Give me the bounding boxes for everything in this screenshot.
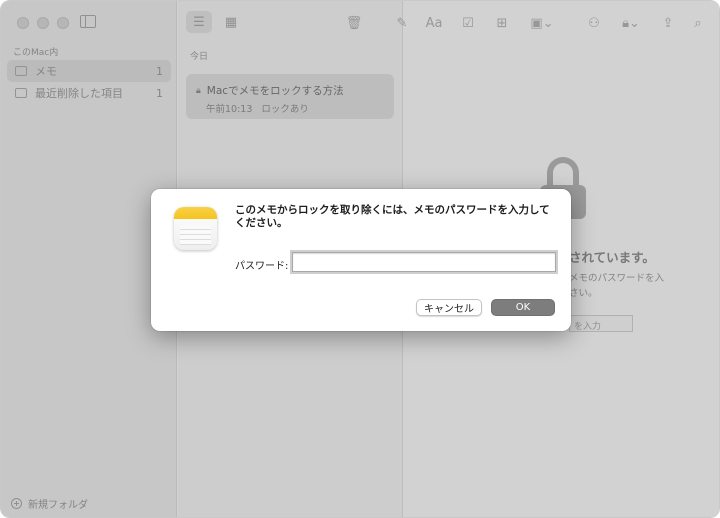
notes-app-icon bbox=[174, 207, 217, 250]
password-input[interactable] bbox=[292, 252, 556, 272]
unlock-dialog: このメモからロックを取り除くには、メモのパスワードを入力してください。 パスワー… bbox=[151, 189, 571, 331]
dialog-message: このメモからロックを取り除くには、メモのパスワードを入力してください。 bbox=[235, 204, 550, 229]
cancel-button[interactable]: キャンセル bbox=[416, 299, 482, 316]
ok-button[interactable]: OK bbox=[491, 299, 555, 316]
password-label: パスワード: bbox=[235, 261, 289, 272]
notes-window: このMac内 メモ 1 最近削除した項目 1 新規フォルダ ☰ ▦ 今日 🔒︎ … bbox=[0, 0, 720, 518]
